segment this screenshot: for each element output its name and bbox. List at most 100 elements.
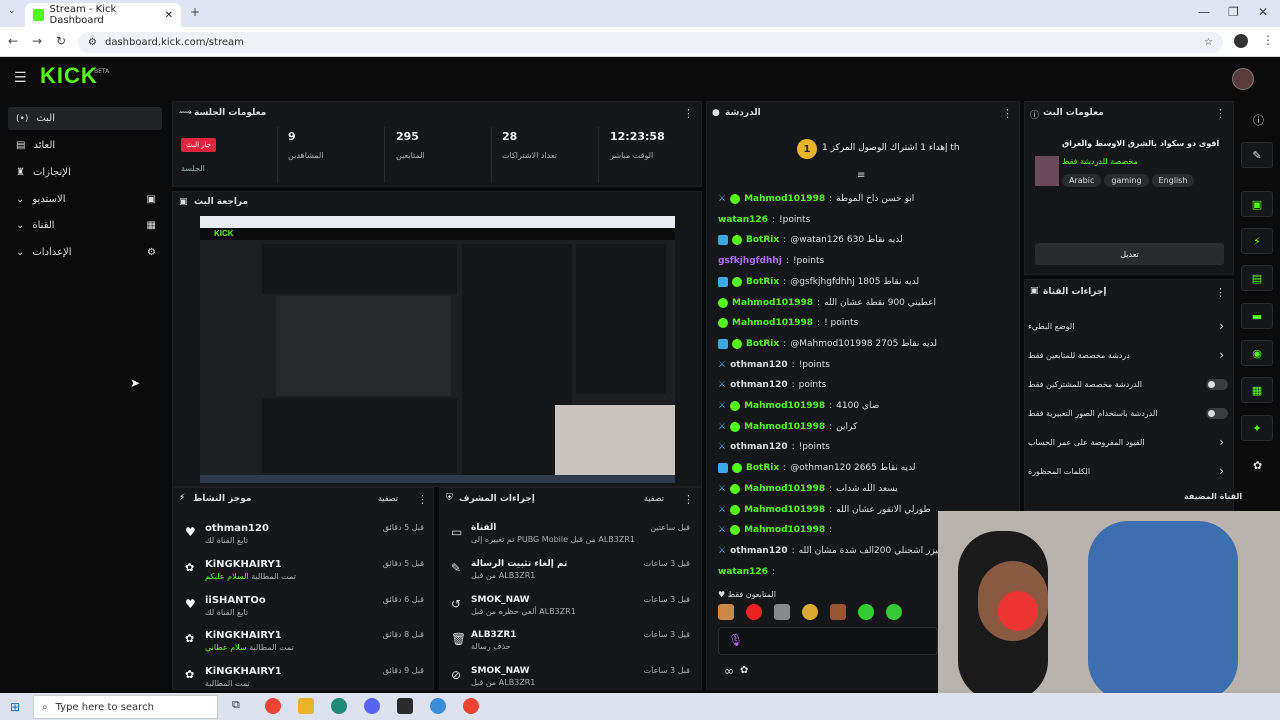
back-icon[interactable]: ←: [8, 34, 18, 48]
profile-avatar[interactable]: [1234, 34, 1248, 48]
activity-user[interactable]: KiNGKHAIRY1: [205, 630, 294, 641]
close-window-icon[interactable]: ✕: [1258, 5, 1268, 19]
chat-username[interactable]: othman120: [730, 360, 788, 370]
slow-mode-row[interactable]: الوضع البطيء ›: [1028, 312, 1228, 340]
emote-icon[interactable]: [718, 604, 734, 620]
task-view-icon[interactable]: ⧉: [232, 698, 248, 714]
session-menu-icon[interactable]: ⋮: [683, 107, 694, 120]
list-icon[interactable]: ▤: [1241, 265, 1273, 291]
user-avatar[interactable]: [1232, 68, 1254, 90]
forward-icon[interactable]: →: [32, 34, 42, 48]
chrome-icon[interactable]: [265, 698, 281, 714]
chat-username[interactable]: Mahmod101998: [744, 194, 825, 204]
windows-start-icon[interactable]: ⊞: [10, 700, 20, 714]
chat-username[interactable]: gsfkjhgfdhhj: [718, 256, 782, 266]
sidebar-item-achievements[interactable]: ♜ الإنجازات: [8, 161, 162, 184]
mod-action-name[interactable]: SMOK_NAW: [471, 666, 651, 676]
emote-icon[interactable]: [858, 604, 874, 620]
chat-menu-icon[interactable]: ⋮: [1002, 107, 1013, 120]
chat-username[interactable]: watan126: [718, 215, 768, 225]
url-field[interactable]: ⚙ dashboard.kick.com/stream ☆: [78, 32, 1223, 53]
browser-menu-icon[interactable]: ⋮: [1262, 33, 1274, 47]
activity-filter-button[interactable]: تصفية: [378, 494, 398, 503]
reload-icon[interactable]: ↻: [56, 34, 66, 48]
sidebar-item-stream[interactable]: (•) البث: [8, 107, 162, 130]
new-tab-icon[interactable]: +: [190, 5, 200, 19]
tag[interactable]: Arabic: [1062, 174, 1102, 187]
stream-video[interactable]: KICK: [200, 216, 675, 483]
chat-username[interactable]: Mahmod101998: [744, 422, 825, 432]
account-age-row[interactable]: القيود المفروضة على عمر الحساب ›: [1028, 428, 1228, 456]
sidebar-item-revenue[interactable]: ▤ العائد: [8, 134, 162, 157]
site-info-icon[interactable]: ⚙: [88, 37, 97, 48]
bookmark-star-icon[interactable]: ☆: [1204, 37, 1213, 48]
info-icon[interactable]: ⓘ: [1253, 112, 1264, 128]
mod-filter-button[interactable]: تصفية: [644, 494, 664, 503]
sidebar-item-studio[interactable]: ⌄ الاستديو ▣: [8, 188, 162, 211]
emote-icon[interactable]: [802, 604, 818, 620]
mod-action-name[interactable]: SMOK_NAW: [471, 595, 651, 605]
chat-username[interactable]: Mahmod101998: [744, 484, 825, 494]
chrome-icon[interactable]: [463, 698, 479, 714]
emote-only-toggle[interactable]: [1206, 407, 1228, 419]
infinity-icon[interactable]: ∞: [724, 664, 734, 678]
app-icon[interactable]: [430, 698, 446, 714]
chat-username[interactable]: BotRix: [746, 339, 779, 349]
chat-username[interactable]: BotRix: [746, 277, 779, 287]
emote-icon[interactable]: [886, 604, 902, 620]
tag[interactable]: gaming: [1104, 174, 1149, 187]
sidebar-item-settings[interactable]: ⌄ الإعدادات ⚙: [8, 241, 162, 264]
activity-user[interactable]: KiNGKHAIRY1: [205, 559, 296, 570]
chat-username[interactable]: Mahmod101998: [744, 525, 825, 535]
lightning-icon[interactable]: ⚡: [1241, 228, 1273, 254]
stream-info-menu-icon[interactable]: ⋮: [1215, 107, 1226, 120]
followers-only-row[interactable]: دردشة مخصصة للمتابعين فقط ›: [1028, 341, 1228, 369]
close-tab-icon[interactable]: ✕: [165, 10, 173, 21]
banned-words-row[interactable]: الكلمات المحظورة ›: [1028, 457, 1228, 485]
pinned-gift-banner[interactable]: إهداء 1 اشتراك الوصول المركز 1 th: [822, 143, 960, 153]
chat-username[interactable]: BotRix: [746, 463, 779, 473]
activity-user[interactable]: othman120: [205, 523, 269, 534]
chat-username[interactable]: Mahmod101998: [732, 298, 813, 308]
mod-action-name[interactable]: ALB3ZR1: [471, 630, 651, 640]
activity-user[interactable]: iiSHANTOo: [205, 595, 266, 606]
chat-username[interactable]: othman120: [730, 380, 788, 390]
channel-actions-menu-icon[interactable]: ⋮: [1215, 286, 1226, 299]
chat-username[interactable]: BotRix: [746, 235, 779, 245]
layout-icon[interactable]: ▣: [1241, 191, 1273, 217]
kick-logo[interactable]: KICK: [40, 63, 98, 89]
microphone-icon[interactable]: 🎙: [728, 633, 743, 647]
mod-panel-icon[interactable]: ▦: [1241, 377, 1273, 403]
subscribers-only-toggle[interactable]: [1206, 378, 1228, 390]
chat-input[interactable]: [718, 627, 938, 655]
chat-username[interactable]: othman120: [730, 546, 788, 556]
edit-button[interactable]: تعديل: [1035, 243, 1224, 265]
tag[interactable]: English: [1151, 174, 1195, 187]
emote-icon[interactable]: [746, 604, 762, 620]
chat-username[interactable]: Mahmod101998: [732, 318, 813, 328]
edit-pencil-icon[interactable]: ✎: [1241, 142, 1273, 168]
chat-username[interactable]: watan126: [718, 567, 768, 577]
file-explorer-icon[interactable]: [298, 698, 314, 714]
wrench-icon[interactable]: ✦: [1241, 415, 1273, 441]
mod-menu-icon[interactable]: ⋮: [683, 493, 694, 506]
filter-icon[interactable]: ≡: [857, 170, 865, 181]
discord-icon[interactable]: [364, 698, 380, 714]
chat-username[interactable]: othman120: [730, 442, 788, 452]
chat-username[interactable]: Mahmod101998: [744, 401, 825, 411]
hamburger-menu-icon[interactable]: ☰: [14, 70, 27, 86]
tab-list-icon[interactable]: ⌄: [8, 6, 16, 16]
browser-tab[interactable]: Stream - Kick Dashboard ✕: [25, 3, 181, 27]
minimize-icon[interactable]: —: [1198, 5, 1210, 19]
broadcast-icon[interactable]: ◉: [1241, 340, 1273, 366]
chat-bubble-icon[interactable]: ▬: [1241, 303, 1273, 329]
taskbar-search[interactable]: ⌕ Type here to search: [33, 695, 218, 719]
activity-menu-icon[interactable]: ⋮: [417, 493, 428, 506]
activity-user[interactable]: KiNGKHAIRY1: [205, 666, 282, 677]
restore-icon[interactable]: ❐: [1228, 5, 1239, 19]
points-icon[interactable]: ✿: [1253, 459, 1262, 472]
chat-username[interactable]: Mahmod101998: [744, 505, 825, 515]
emote-icon[interactable]: [774, 604, 790, 620]
emote-icon[interactable]: [830, 604, 846, 620]
sidebar-item-channel[interactable]: ⌄ القناة ▦: [8, 214, 162, 237]
